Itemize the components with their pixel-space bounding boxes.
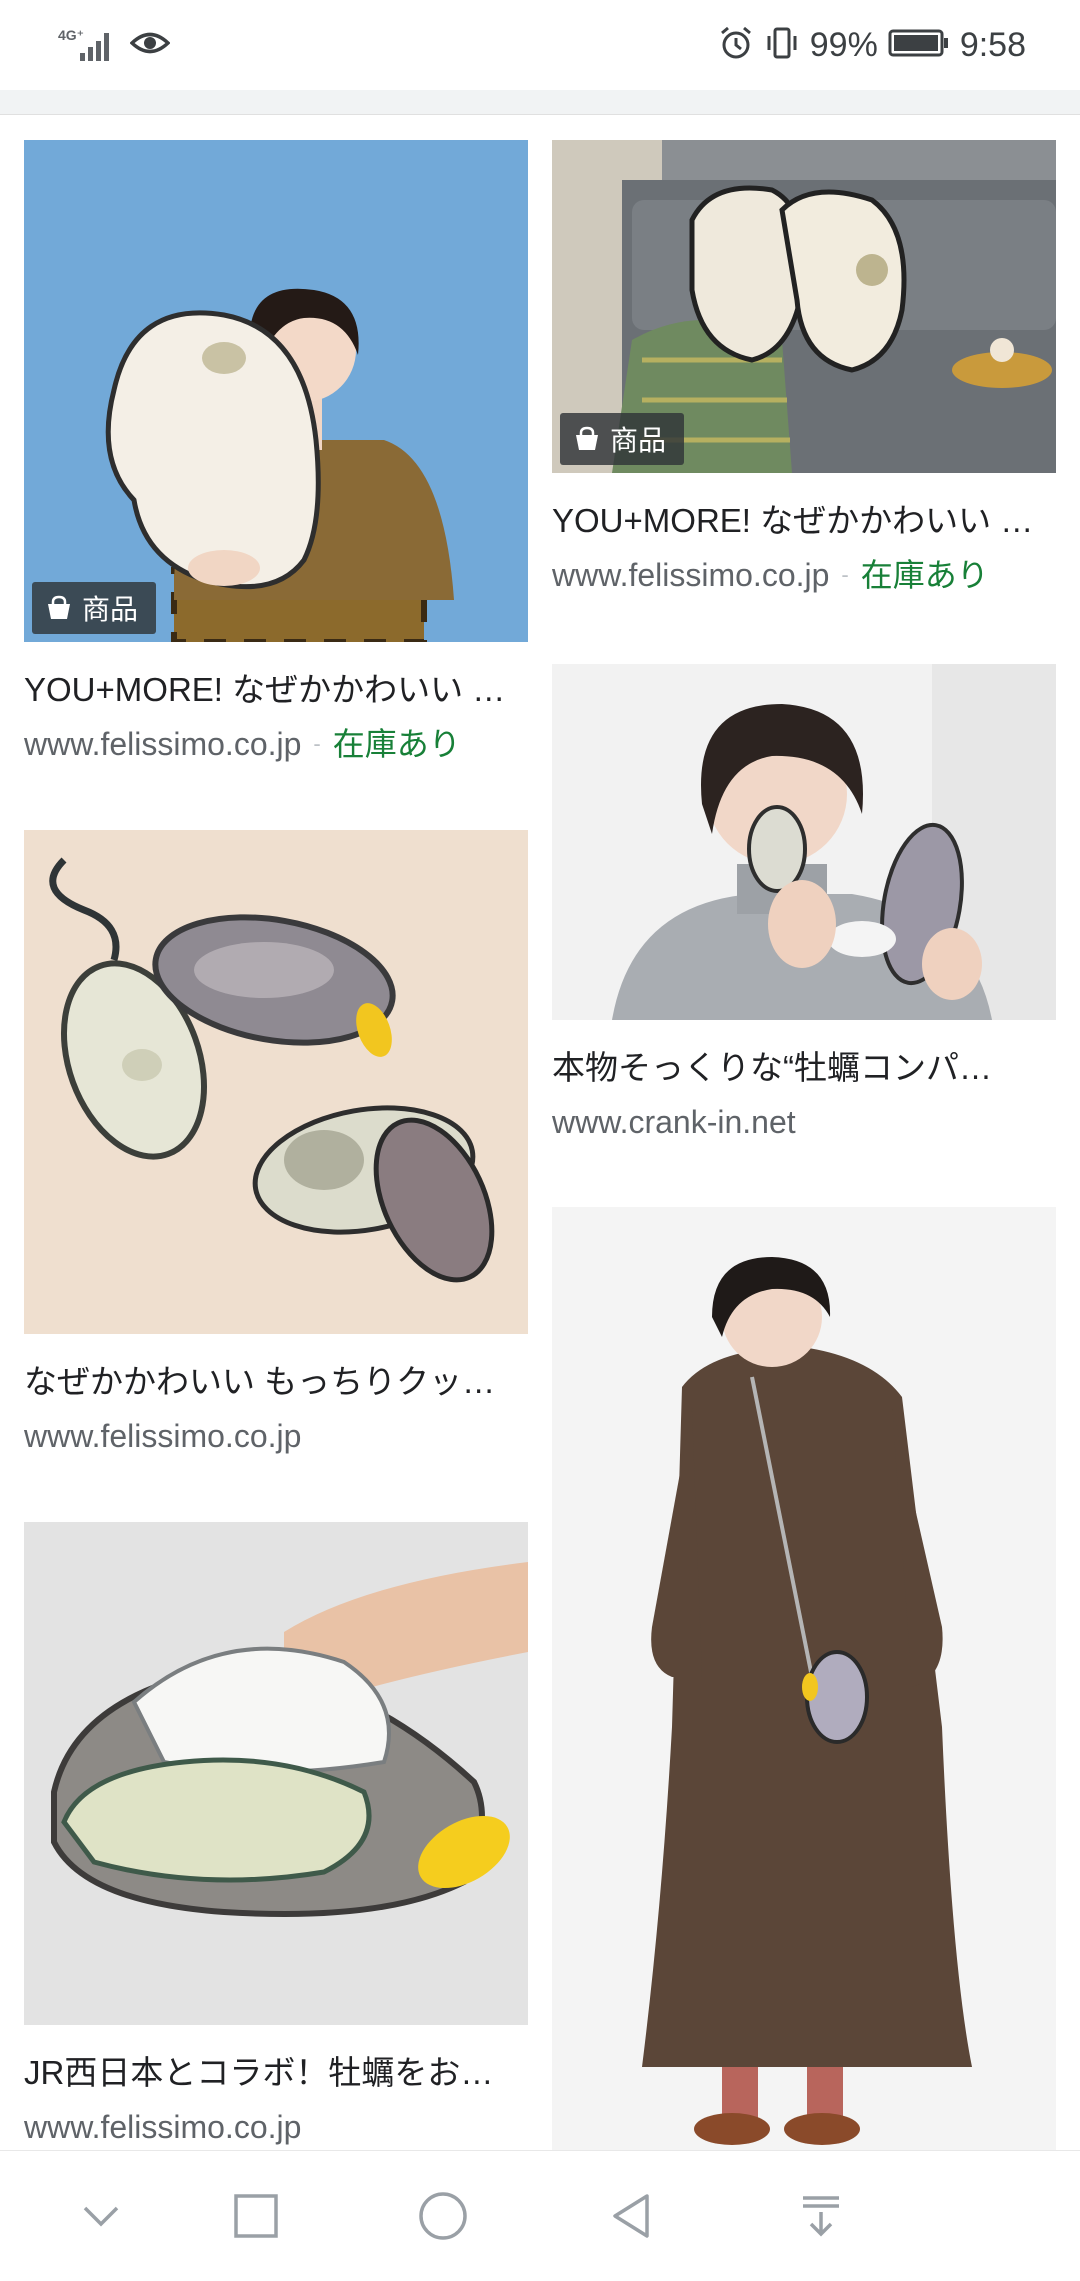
result-image[interactable]: [24, 1522, 528, 2025]
shopping-bag-icon: [574, 426, 600, 452]
result-card[interactable]: [552, 1207, 1056, 2150]
toolbar-divider: [0, 90, 1080, 115]
shopping-bag-icon: [46, 595, 72, 621]
result-title[interactable]: YOU+MORE! なぜかかわいい …: [24, 670, 528, 710]
result-meta: www.felissimo.co.jp: [24, 2107, 528, 2147]
status-bar: 4G⁺ 99% 9:58: [0, 0, 1080, 90]
result-title[interactable]: YOU+MORE! なぜかかわいい …: [552, 501, 1056, 541]
stock-status: 在庫あり: [332, 726, 461, 762]
notification-pull-icon[interactable]: [786, 2181, 856, 2251]
result-source[interactable]: www.felissimo.co.jp: [24, 2107, 301, 2147]
result-image[interactable]: [552, 1207, 1056, 2150]
battery-icon: [888, 28, 950, 63]
separator: -: [313, 731, 321, 756]
result-source[interactable]: www.felissimo.co.jp: [24, 724, 301, 764]
result-source[interactable]: www.felissimo.co.jp: [24, 1416, 301, 1456]
back-triangle-icon[interactable]: [596, 2181, 666, 2251]
alarm-icon: [718, 25, 754, 66]
home-circle-icon[interactable]: [408, 2181, 478, 2251]
product-tag-label: 商品: [82, 594, 139, 625]
vibrate-icon: [764, 25, 800, 66]
signal-icon: 4G⁺: [58, 25, 116, 65]
result-image[interactable]: 商品: [24, 140, 528, 642]
result-card[interactable]: 商品 YOU+MORE! なぜかかわいい … www.felissimo.co.…: [552, 140, 1056, 595]
result-source[interactable]: www.felissimo.co.jp: [552, 555, 829, 595]
result-meta: www.crank-in.net: [552, 1102, 1056, 1142]
product-tag-label: 商品: [610, 425, 667, 456]
stock-status: 在庫あり: [860, 557, 989, 593]
chevron-down-icon[interactable]: [66, 2181, 136, 2251]
clock: 9:58: [959, 25, 1026, 64]
result-image[interactable]: 商品: [552, 140, 1056, 473]
result-meta: www.felissimo.co.jp - 在庫あり: [24, 724, 528, 764]
product-tag: 商品: [560, 413, 685, 465]
result-card[interactable]: JR西日本とコラボ！牡蠣をお… www.felissimo.co.jp: [24, 1522, 528, 2147]
result-image[interactable]: [24, 830, 528, 1334]
result-card[interactable]: 本物そっくりな“牡蠣コンパ… www.crank-in.net: [552, 664, 1056, 1142]
navigation-bar: [0, 2150, 1080, 2281]
result-image[interactable]: [552, 664, 1056, 1020]
eye-icon: [129, 28, 171, 63]
result-meta: www.felissimo.co.jp: [24, 1416, 528, 1456]
result-meta: www.felissimo.co.jp - 在庫あり: [552, 555, 1056, 595]
result-source[interactable]: www.crank-in.net: [552, 1102, 796, 1142]
result-title[interactable]: なぜかかわいい もっちりクッ…: [24, 1362, 528, 1402]
recents-square-icon[interactable]: [221, 2181, 291, 2251]
result-title[interactable]: 本物そっくりな“牡蠣コンパ…: [552, 1048, 1056, 1088]
network-type-label: 4G⁺: [58, 27, 85, 43]
product-tag: 商品: [32, 582, 157, 634]
battery-percent: 99%: [809, 25, 878, 64]
result-title[interactable]: JR西日本とコラボ！牡蠣をお…: [24, 2053, 528, 2093]
result-card[interactable]: 商品 YOU+MORE! なぜかかわいい … www.felissimo.co.…: [24, 140, 528, 764]
result-card[interactable]: なぜかかわいい もっちりクッ… www.felissimo.co.jp: [24, 830, 528, 1456]
separator: -: [841, 562, 849, 587]
